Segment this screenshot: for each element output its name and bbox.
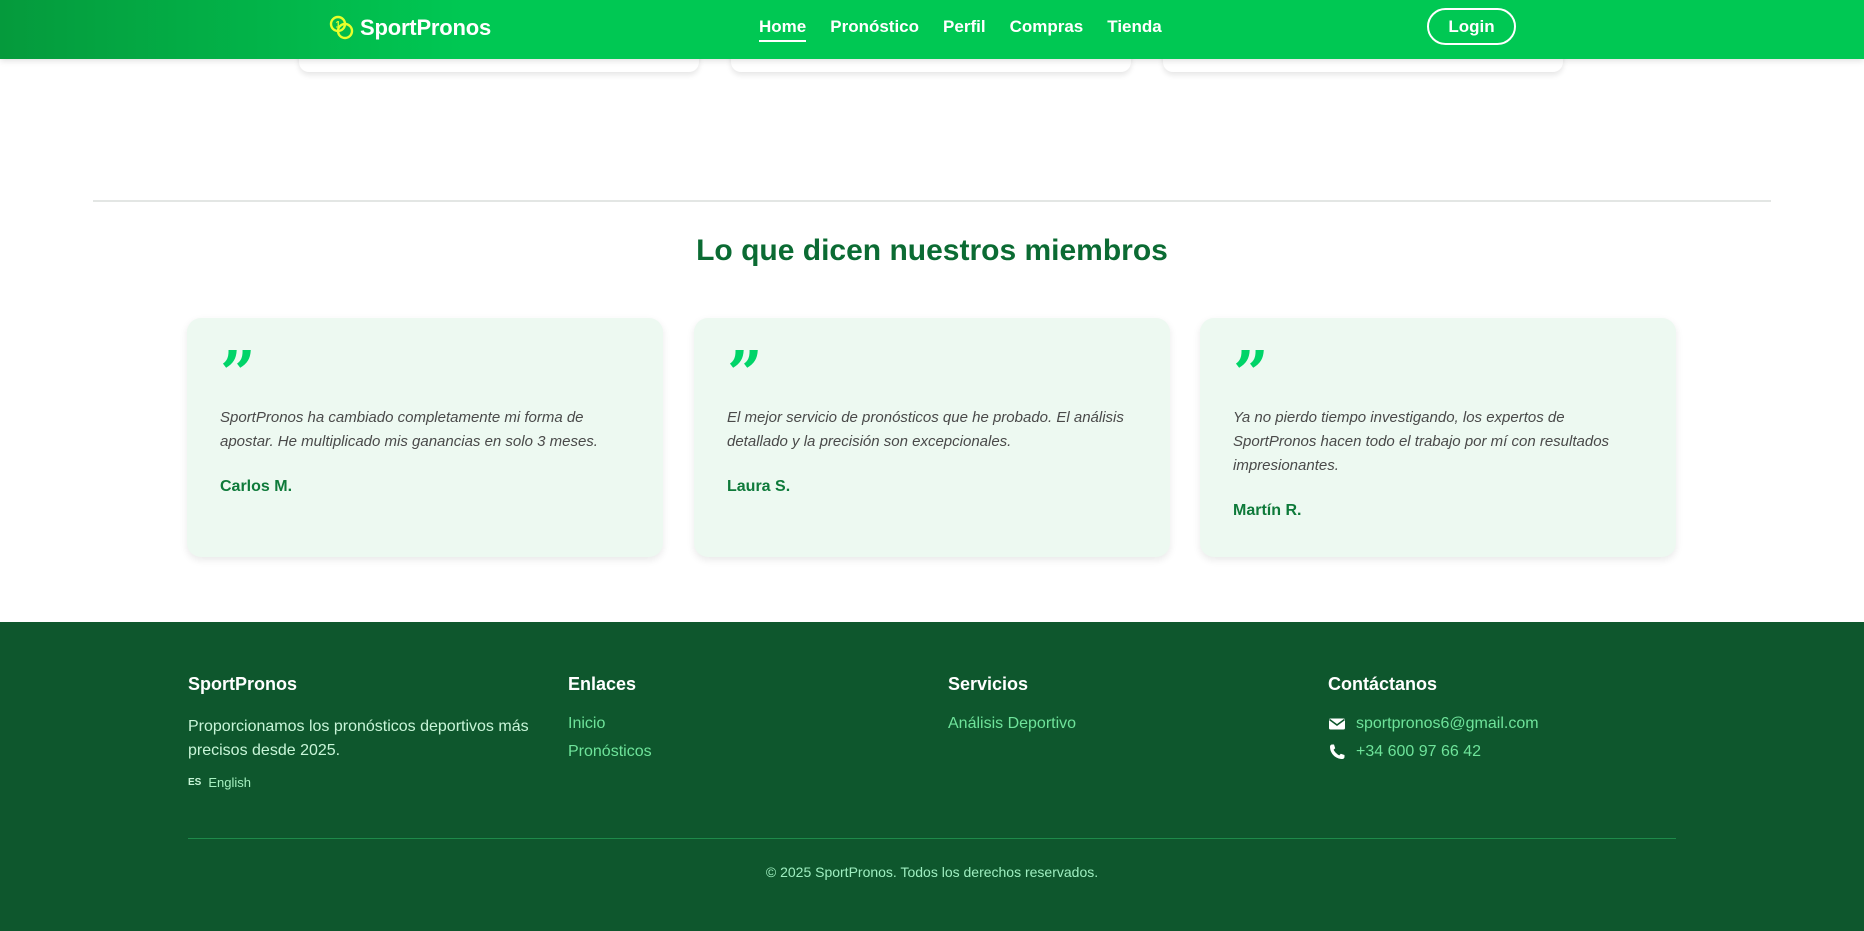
top-navbar: 1 SportPronos Home Pronóstico Perfil Com… <box>0 0 1864 59</box>
footer-links-title: Enlaces <box>568 674 637 694</box>
testimonial-card: ” SportPronos ha cambiado completamente … <box>187 318 663 557</box>
nav-perfil[interactable]: Perfil <box>943 17 986 42</box>
nav-pronostico[interactable]: Pronóstico <box>830 17 919 42</box>
testimonial-author: Laura S. <box>727 478 791 495</box>
testimonial-card: ” El mejor servicio de pronósticos que h… <box>694 318 1170 557</box>
phone-icon <box>1330 744 1345 759</box>
language-code: ES <box>188 777 202 788</box>
footer-brand-column: SportPronos Proporcionamos los pronóstic… <box>188 674 548 790</box>
footer-divider <box>188 838 1676 839</box>
footer-link-pronosticos[interactable]: Pronósticos <box>568 743 652 761</box>
site-footer: SportPronos Proporcionamos los pronóstic… <box>0 622 1864 931</box>
footer-links-column: Enlaces Inicio Pronósticos <box>568 674 652 771</box>
nav-tienda[interactable]: Tienda <box>1107 17 1161 42</box>
footer-services-column: Servicios Análisis Deportivo <box>948 674 1076 743</box>
testimonial-author: Martín R. <box>1233 502 1302 519</box>
footer-link-inicio[interactable]: Inicio <box>568 715 652 733</box>
testimonial-author: Carlos M. <box>220 478 293 495</box>
main-nav: Home Pronóstico Perfil Compras Tienda <box>759 0 1162 59</box>
testimonial-text: El mejor servicio de pronósticos que he … <box>727 409 1124 450</box>
quote-icon: ” <box>220 337 256 410</box>
nav-compras[interactable]: Compras <box>1010 17 1084 42</box>
brand-logo[interactable]: 1 SportPronos <box>328 14 491 42</box>
nav-home[interactable]: Home <box>759 17 807 42</box>
contact-phone-row: +34 600 97 66 42 <box>1328 743 1539 761</box>
contact-email-row: sportpronos6@gmail.com <box>1328 715 1539 733</box>
footer-brand-description: Proporcionamos los pronósticos deportivo… <box>188 718 529 759</box>
envelope-icon <box>1329 718 1345 730</box>
language-switcher[interactable]: ES English <box>188 775 548 790</box>
contact-phone-link[interactable]: +34 600 97 66 42 <box>1356 743 1481 761</box>
footer-brand-title: SportPronos <box>188 674 298 694</box>
logo-text: SportPronos <box>360 15 492 40</box>
login-button[interactable]: Login <box>1427 8 1516 45</box>
contact-email-link[interactable]: sportpronos6@gmail.com <box>1356 715 1539 733</box>
testimonial-text: Ya no pierdo tiempo investigando, los ex… <box>1233 409 1610 474</box>
copyright-text: © 2025 SportPronos. Todos los derechos r… <box>765 864 1099 880</box>
svg-text:1: 1 <box>335 20 340 30</box>
language-label[interactable]: English <box>208 775 251 790</box>
footer-contact-column: Contáctanos sportpronos6@gmail.com +34 6… <box>1328 674 1539 771</box>
coins-icon: 1 <box>329 15 354 40</box>
testimonial-text: SportPronos ha cambiado completamente mi… <box>220 409 598 450</box>
testimonial-card: ” Ya no pierdo tiempo investigando, los … <box>1200 318 1676 557</box>
footer-services-title: Servicios <box>948 674 1029 694</box>
quote-icon: ” <box>1233 337 1269 410</box>
section-divider <box>93 200 1771 202</box>
quote-icon: ” <box>727 337 763 410</box>
footer-contact-title: Contáctanos <box>1328 674 1438 694</box>
footer-link-analisis[interactable]: Análisis Deportivo <box>948 715 1076 733</box>
testimonials-title: Lo que dicen nuestros miembros <box>696 234 1168 267</box>
